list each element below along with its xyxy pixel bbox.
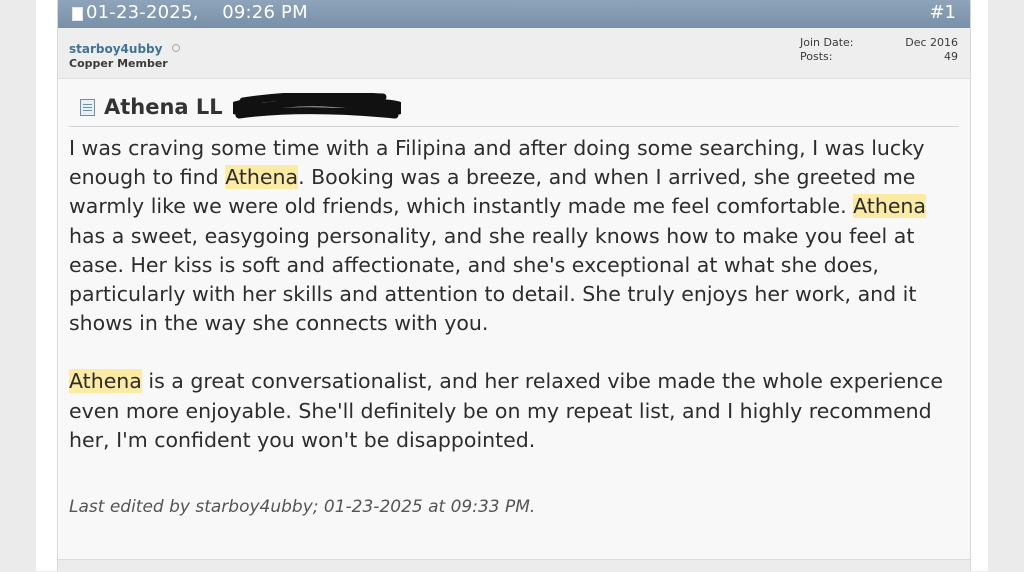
post-paragraph-1: I was craving some time with a Filipina … xyxy=(69,134,964,338)
last-edited-note: Last edited by starboy4ubby; 01-23-2025 … xyxy=(69,497,536,517)
search-highlight: Athena xyxy=(69,369,142,394)
offline-status-icon xyxy=(172,44,180,52)
paragraph-text: has a sweet, easygoing personality, and … xyxy=(69,223,917,336)
paragraph-text: is a great conversationalist, and her re… xyxy=(69,369,943,452)
user-info: starboy4ubby Copper Member Join Date: De… xyxy=(58,28,970,79)
post-title: Athena LL xyxy=(104,95,223,119)
redaction-scribble xyxy=(233,93,401,119)
user-stats: Join Date: Dec 2016 Posts: 49 xyxy=(800,36,958,64)
join-date-label: Join Date: xyxy=(800,36,854,49)
search-highlight: Athena xyxy=(853,194,926,219)
title-divider xyxy=(69,126,959,127)
post-number-link[interactable]: #1 xyxy=(929,2,956,23)
username-link[interactable]: starboy4ubby xyxy=(69,42,162,56)
user-title: Copper Member xyxy=(69,57,168,70)
post-message: I was craving some time with a Filipina … xyxy=(69,134,964,455)
post-title-icon xyxy=(80,99,95,116)
search-highlight: Athena xyxy=(225,165,299,190)
post-time-value: 09:26 PM xyxy=(222,2,308,23)
posts-count: 49 xyxy=(944,50,958,63)
posts-label: Posts: xyxy=(800,50,833,63)
post-paragraph-2: Athena is a great conversationalist, and… xyxy=(69,367,964,455)
post-footer xyxy=(58,559,970,572)
post-date-value: 01-23-2025, xyxy=(86,2,199,23)
post-header: 01-23-2025, 09:26 PM #1 xyxy=(58,0,970,28)
forum-post: 01-23-2025, 09:26 PM #1 starboy4ubby Cop… xyxy=(57,0,971,572)
document-icon xyxy=(72,7,83,21)
post-date: 01-23-2025, 09:26 PM xyxy=(86,2,308,23)
join-date-value: Dec 2016 xyxy=(905,36,958,49)
post-body: Athena LL I was craving some time with a… xyxy=(58,79,970,559)
